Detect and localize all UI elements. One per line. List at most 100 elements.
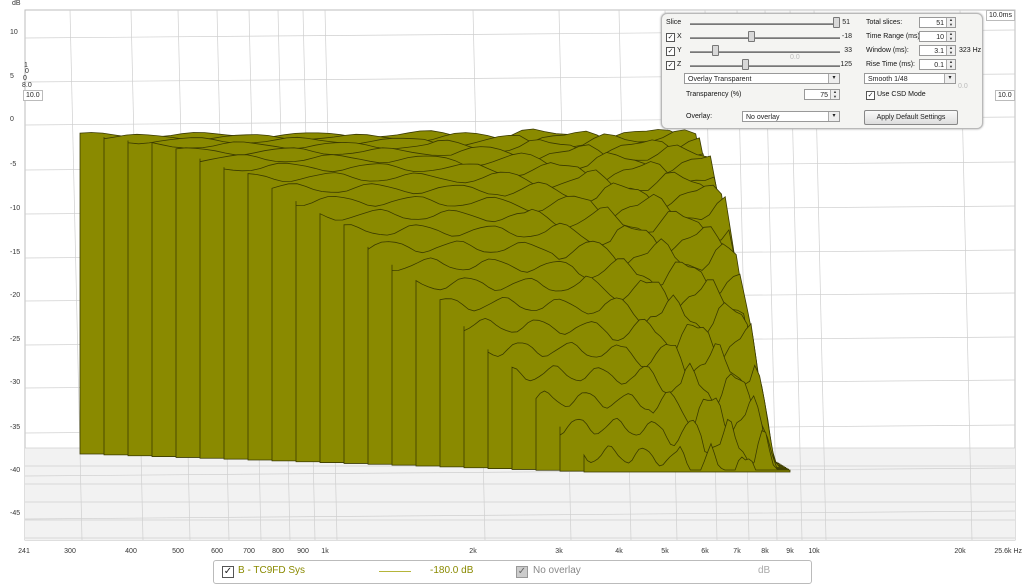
legend-bar: ✓ B - TC9FD Sys -180.0 dB ✓ No overlay d… — [213, 560, 812, 584]
apply-default-settings-button[interactable]: Apply Default Settings — [864, 110, 958, 125]
rise-time-spinner[interactable]: 0.1 ▲ ▼ — [919, 59, 956, 70]
x-tick-label: 8k — [761, 548, 769, 555]
y-tick-label: -25 — [10, 336, 21, 343]
slice-value: 51 — [842, 19, 850, 26]
total-slices-label: Total slices: — [866, 19, 903, 26]
overlay-checkbox[interactable]: ✓ — [516, 566, 528, 578]
z-slider-thumb[interactable] — [742, 59, 749, 70]
waterfall-controls-panel: Slice 51 ✓ X -18 ✓ Y 0.0 33 ✓ Z 125 Tota… — [661, 13, 983, 129]
rise-time-value: 0.1 — [934, 62, 944, 69]
slice-label: Slice — [666, 19, 682, 26]
x-tick-label: 800 — [272, 548, 284, 555]
x-tick-label: 1k — [321, 548, 329, 555]
smoothing-select[interactable]: Smooth 1/48 ▾ — [864, 73, 956, 84]
overlay-select[interactable]: No overlay ▾ — [742, 111, 840, 122]
right-time-box: 10.0 — [995, 90, 1015, 101]
y-tick-label: -20 — [10, 292, 21, 299]
x-tick-label: 9k — [786, 548, 794, 555]
spinner-arrows-icon[interactable]: ▲ ▼ — [946, 45, 955, 55]
slice-slider-track[interactable] — [690, 23, 840, 25]
left-small-label-4: 8.0 — [22, 82, 32, 89]
y-checkbox[interactable]: ✓ — [666, 47, 675, 56]
overlay-mode-select[interactable]: Overlay Transparent ▾ — [684, 73, 840, 84]
spinner-arrows-icon[interactable]: ▲ ▼ — [946, 17, 955, 27]
y-tick-label: -30 — [10, 379, 21, 386]
transparency-value: 75 — [820, 92, 828, 99]
transparency-label: Transparency (%) — [686, 91, 742, 98]
measurement-checkbox[interactable]: ✓ — [222, 566, 234, 578]
x-value: -18 — [841, 33, 852, 40]
slice-slider-thumb[interactable] — [833, 17, 840, 28]
rise-time-label: Rise Time (ms): — [866, 61, 915, 68]
faint-value-1: 0.0 — [790, 54, 800, 61]
measurement-value: -180.0 dB — [430, 565, 474, 576]
x-tick-label: 5k — [661, 548, 669, 555]
spinner-arrows-icon[interactable]: ▲ ▼ — [946, 59, 955, 69]
y-tick-label: -5 — [10, 161, 17, 168]
y-axis-unit: dB — [12, 0, 21, 7]
time-range-spinner[interactable]: 10 ▲ ▼ — [919, 31, 956, 42]
chevron-down-icon[interactable]: ▾ — [828, 74, 839, 83]
y-tick-label: 10 — [10, 29, 18, 36]
x-tick-label: 2k — [469, 548, 477, 555]
left-small-label-2: 0 — [25, 68, 29, 75]
left-time-box: 10.0 — [23, 90, 43, 101]
left-small-label-3: 0 — [23, 75, 27, 82]
window-value: 3.1 — [934, 48, 944, 55]
x-tick-label: 900 — [297, 548, 309, 555]
overlay-mode-value: Overlay Transparent — [688, 76, 752, 83]
z-value: 125 — [840, 61, 852, 68]
transparency-spinner[interactable]: 75 ▲ ▼ — [804, 89, 840, 100]
smoothing-value: Smooth 1/48 — [868, 76, 908, 83]
x-checkbox[interactable]: ✓ — [666, 33, 675, 42]
z-slider-track[interactable] — [690, 65, 840, 67]
x-label: X — [677, 33, 682, 40]
x-slider-track[interactable] — [690, 37, 840, 39]
chevron-down-icon[interactable]: ▾ — [944, 74, 955, 83]
use-csd-label: Use CSD Mode — [877, 91, 926, 98]
x-tick-label: 20k — [954, 548, 966, 555]
time-range-value: 10 — [936, 34, 944, 41]
x-tick-label: 700 — [243, 548, 255, 555]
x-tick-label: 300 — [64, 548, 76, 555]
y-label: Y — [677, 47, 682, 54]
x-tick-label: 3k — [555, 548, 563, 555]
window-hz: 323 Hz — [959, 47, 982, 54]
y-tick-label: -15 — [10, 249, 21, 256]
overlay-value: No overlay — [746, 114, 780, 121]
x-tick-label: 6k — [701, 548, 709, 555]
y-tick-label: -40 — [10, 467, 21, 474]
window-spinner[interactable]: 3.1 ▲ ▼ — [919, 45, 956, 56]
x-tick-label: 500 — [172, 548, 184, 555]
chevron-down-icon[interactable]: ▾ — [828, 112, 839, 121]
y-tick-label: 0 — [10, 116, 14, 123]
y-slider-thumb[interactable] — [712, 45, 719, 56]
total-slices-spinner[interactable]: 51 ▲ ▼ — [919, 17, 956, 28]
x-tick-label: 600 — [211, 548, 223, 555]
overlay-unit: dB — [758, 565, 771, 576]
x-tick-label: 10k — [808, 548, 820, 555]
x-tick-label: 241 — [18, 548, 30, 555]
use-csd-checkbox[interactable]: ✓ — [866, 91, 875, 100]
faint-value-2: 0.0 — [958, 83, 968, 90]
y-value: 33 — [844, 47, 852, 54]
measurement-name: B - TC9FD Sys — [238, 565, 306, 576]
overlay-label: Overlay: — [686, 113, 713, 120]
x-tick-label: 400 — [125, 548, 137, 555]
spinner-arrows-icon[interactable]: ▲ ▼ — [946, 31, 955, 41]
x-tick-label: 25.6k Hz — [994, 548, 1022, 555]
y-tick-label: -35 — [10, 424, 21, 431]
spinner-arrows-icon[interactable]: ▲ ▼ — [830, 89, 839, 99]
x-tick-label: 4k — [615, 548, 623, 555]
overlay-name: No overlay — [533, 565, 581, 576]
waterfall-slices — [79, 128, 791, 473]
z-label: Z — [677, 61, 682, 68]
x-slider-thumb[interactable] — [748, 31, 755, 42]
z-checkbox[interactable]: ✓ — [666, 61, 675, 70]
x-tick-label: 7k — [733, 548, 741, 555]
total-slices-value: 51 — [936, 20, 944, 27]
y-tick-label: -10 — [10, 205, 21, 212]
time-axis-end-box: 10.0ms — [986, 10, 1015, 21]
y-tick-label: 5 — [10, 73, 14, 80]
window-label: Window (ms): — [866, 47, 909, 54]
